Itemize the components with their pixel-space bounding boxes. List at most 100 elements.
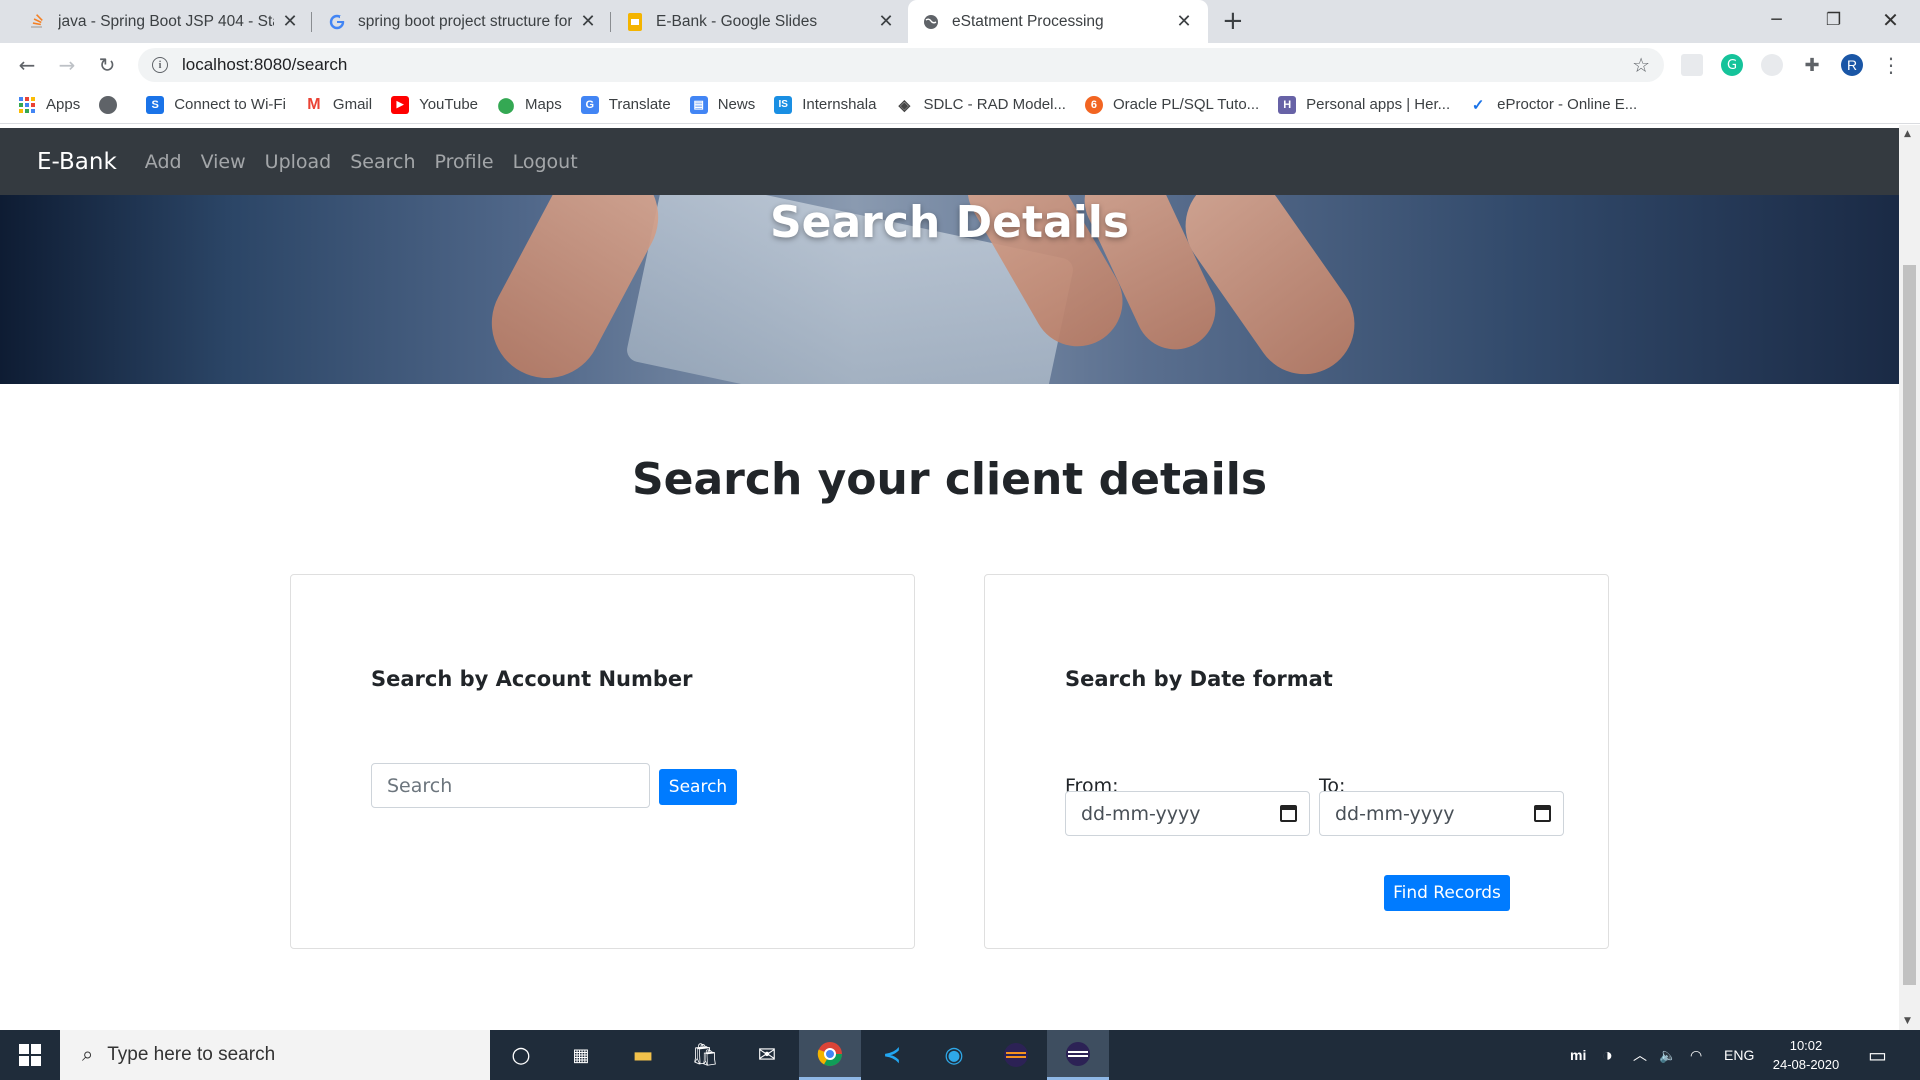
scrollbar-thumb[interactable]: [1903, 265, 1916, 985]
bookmarks-bar: Apps S Connect to Wi-Fi M Gmail ▶ YouTub…: [0, 86, 1920, 124]
file-explorer-icon[interactable]: ▬: [612, 1030, 674, 1080]
close-tab-icon[interactable]: ✕: [876, 11, 896, 32]
cortana-icon[interactable]: ○: [490, 1030, 552, 1080]
windows-start-icon[interactable]: [0, 1030, 60, 1080]
hero-title: Search Details: [769, 197, 1130, 248]
find-records-button[interactable]: Find Records: [1384, 875, 1510, 911]
bookmark-sdlc[interactable]: ◈ SDLC - RAD Model...: [895, 96, 1066, 114]
gmail-icon: M: [307, 95, 321, 113]
tab-google-search[interactable]: spring boot project structure for ✕: [314, 0, 612, 43]
tab-separator: [610, 12, 611, 32]
bookmark-maps[interactable]: ⬤ Maps: [497, 96, 562, 114]
bookmark-star-icon[interactable]: ☆: [1632, 53, 1650, 77]
nav-profile[interactable]: Profile: [435, 151, 494, 173]
new-tab-icon[interactable]: +: [1222, 6, 1244, 36]
scroll-down-icon[interactable]: ▼: [1904, 1016, 1911, 1026]
windows-taskbar: ⌕ Type here to search ○ ▦ ▬ 🛍 ✉ ≺ ◉ mi ◑…: [0, 1030, 1920, 1080]
volume-icon[interactable]: 🔈: [1659, 1030, 1676, 1080]
tab-title: E-Bank - Google Slides: [656, 12, 818, 30]
bookmark-heroku[interactable]: H Personal apps | Her...: [1278, 95, 1450, 114]
account-search-input[interactable]: Search: [371, 763, 650, 808]
url-text: localhost:8080/search: [182, 55, 348, 74]
page-scrollbar[interactable]: ▲ ▼: [1899, 125, 1920, 1030]
globe-icon: [99, 95, 118, 114]
tab-title: spring boot project structure for: [358, 12, 572, 30]
page-heading: Search your client details: [631, 454, 1268, 505]
bookmark-label: Gmail: [332, 96, 373, 113]
extensions-puzzle-icon[interactable]: ✚: [1801, 54, 1823, 76]
tray-app-icon[interactable]: ◑: [1602, 1030, 1613, 1080]
bookmark-label: YouTube: [419, 96, 479, 113]
bookmark-internshala[interactable]: IS Internshala: [774, 95, 876, 114]
window-close-icon[interactable]: ✕: [1862, 0, 1919, 40]
to-date-input[interactable]: dd-mm-yyyy: [1319, 791, 1564, 836]
mi-icon[interactable]: mi: [1570, 1030, 1586, 1080]
tab-stackoverflow[interactable]: java - Spring Boot JSP 404 - Stack ✕: [14, 0, 314, 43]
nav-search[interactable]: Search: [350, 151, 415, 173]
menu-kebab-icon[interactable]: ⋮: [1880, 53, 1902, 77]
internshala-icon: IS: [774, 95, 793, 114]
bookmark-connect-wifi[interactable]: S Connect to Wi-Fi: [146, 95, 286, 114]
nav-upload[interactable]: Upload: [265, 151, 332, 173]
bookmark-eproctor[interactable]: ✓ eProctor - Online E...: [1469, 96, 1637, 114]
google-slides-icon: [626, 12, 644, 31]
tab-google-slides[interactable]: E-Bank - Google Slides ✕: [612, 0, 910, 43]
task-view-icon[interactable]: ▦: [550, 1030, 612, 1080]
youtube-icon: ▶: [391, 95, 410, 114]
close-tab-icon[interactable]: ✕: [578, 11, 598, 32]
edge-icon[interactable]: ◉: [923, 1030, 985, 1080]
bookmark-oracle[interactable]: 6 Oracle PL/SQL Tuto...: [1084, 95, 1260, 114]
mail-icon[interactable]: ✉: [736, 1030, 798, 1080]
nav-view[interactable]: View: [201, 151, 246, 173]
chrome-icon[interactable]: [799, 1030, 861, 1080]
bookmark-gmail[interactable]: M Gmail: [305, 96, 372, 114]
tab-title: eStatment Processing: [952, 12, 1104, 30]
close-tab-icon[interactable]: ✕: [1174, 11, 1194, 32]
brand-logo[interactable]: E-Bank: [37, 149, 117, 175]
account-card-title: Search by Account Number: [371, 667, 693, 691]
reload-icon[interactable]: ↻: [93, 51, 121, 79]
hero-banner: Search Details: [0, 195, 1899, 384]
bookmark-translate[interactable]: G Translate: [580, 95, 671, 114]
nav-add[interactable]: Add: [145, 151, 182, 173]
restore-icon[interactable]: ❐: [1805, 0, 1862, 40]
eclipse-icon[interactable]: [985, 1030, 1047, 1080]
taskbar-search-box[interactable]: ⌕ Type here to search: [60, 1030, 490, 1080]
bookmark-label: Oracle PL/SQL Tuto...: [1112, 96, 1260, 113]
profile-avatar[interactable]: R: [1841, 54, 1863, 76]
chevron-up-icon[interactable]: ︿: [1633, 1030, 1647, 1080]
globe-icon: [922, 13, 940, 31]
address-bar[interactable]: i localhost:8080/search ☆: [138, 48, 1664, 82]
vscode-icon[interactable]: ≺: [861, 1030, 923, 1080]
tab-title: java - Spring Boot JSP 404 - Stack: [58, 12, 274, 30]
bookmark-globe[interactable]: [99, 95, 127, 114]
from-date-input[interactable]: dd-mm-yyyy: [1065, 791, 1310, 836]
minimize-icon[interactable]: ─: [1748, 0, 1805, 40]
account-search-button[interactable]: Search: [659, 769, 737, 805]
forward-icon[interactable]: →: [53, 51, 81, 79]
store-icon[interactable]: 🛍: [674, 1030, 736, 1080]
bookmark-news[interactable]: ▤ News: [689, 95, 755, 114]
heroku-icon: H: [1278, 95, 1297, 114]
clock[interactable]: 10:02 24-08-2020: [1768, 1030, 1844, 1080]
nav-logout[interactable]: Logout: [513, 151, 578, 173]
bookmark-youtube[interactable]: ▶ YouTube: [391, 95, 479, 114]
calendar-icon[interactable]: [1280, 805, 1297, 822]
calendar-icon[interactable]: [1534, 805, 1551, 822]
clock-time: 10:02: [1789, 1038, 1823, 1053]
close-tab-icon[interactable]: ✕: [280, 11, 300, 32]
grammarly-icon[interactable]: G: [1721, 54, 1743, 76]
eclipse-icon[interactable]: [1047, 1030, 1109, 1080]
oracle-icon: 6: [1084, 95, 1103, 114]
date-card-title: Search by Date format: [1065, 667, 1333, 691]
extension-icon[interactable]: [1681, 54, 1703, 76]
notifications-icon[interactable]: ▭: [1868, 1030, 1887, 1080]
language-indicator[interactable]: ENG: [1724, 1030, 1754, 1080]
wifi-icon[interactable]: ◠: [1690, 1030, 1702, 1080]
extension-icon[interactable]: [1761, 54, 1783, 76]
back-icon[interactable]: ←: [13, 51, 41, 79]
site-info-icon[interactable]: i: [152, 57, 168, 73]
scroll-up-icon[interactable]: ▲: [1904, 129, 1911, 139]
bookmark-apps[interactable]: Apps: [18, 96, 80, 114]
tab-estatment-processing[interactable]: eStatment Processing ✕: [908, 0, 1208, 43]
